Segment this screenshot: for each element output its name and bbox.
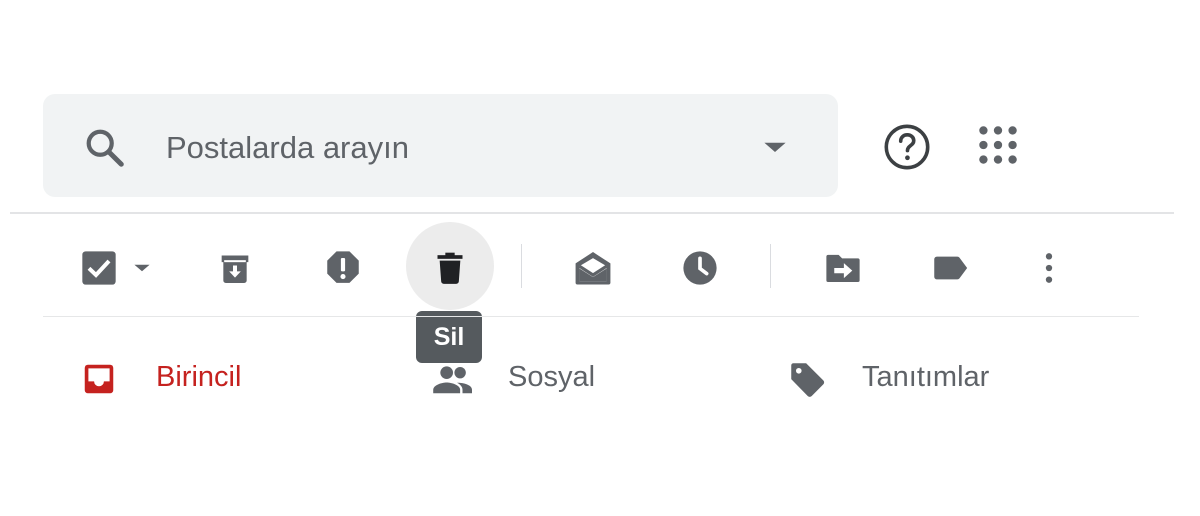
move-to-icon[interactable] (815, 240, 871, 296)
tab-social[interactable]: Sosyal (420, 346, 770, 410)
gmail-header: Sil Birincil Sosyal (0, 0, 1200, 516)
label-icon[interactable] (922, 240, 978, 296)
delete-icon[interactable] (422, 240, 478, 296)
header-divider (10, 212, 1174, 214)
select-dropdown-icon[interactable] (117, 240, 167, 296)
toolbar-separator (521, 244, 522, 288)
snooze-clock-icon[interactable] (672, 240, 728, 296)
more-vert-icon[interactable] (1021, 240, 1077, 296)
tag-icon (786, 358, 828, 405)
inbox-icon (80, 360, 118, 403)
tab-label: Tanıtımlar (862, 361, 990, 393)
apps-grid-icon[interactable] (973, 120, 1023, 170)
search-icon[interactable] (82, 125, 128, 171)
search-input[interactable] (166, 124, 726, 172)
tab-primary[interactable]: Birincil (70, 346, 410, 410)
mark-as-read-icon[interactable] (565, 240, 621, 296)
people-icon (430, 360, 476, 403)
help-icon[interactable] (880, 120, 934, 174)
toolbar-separator (770, 244, 771, 288)
tab-label: Sosyal (508, 361, 596, 393)
toolbar-divider (43, 316, 1139, 317)
tab-promotions[interactable]: Tanıtımlar (780, 346, 1140, 410)
search-options-dropdown-icon[interactable] (758, 130, 792, 164)
archive-icon[interactable] (207, 240, 263, 296)
tab-label: Birincil (156, 361, 242, 393)
report-spam-icon[interactable] (315, 240, 371, 296)
